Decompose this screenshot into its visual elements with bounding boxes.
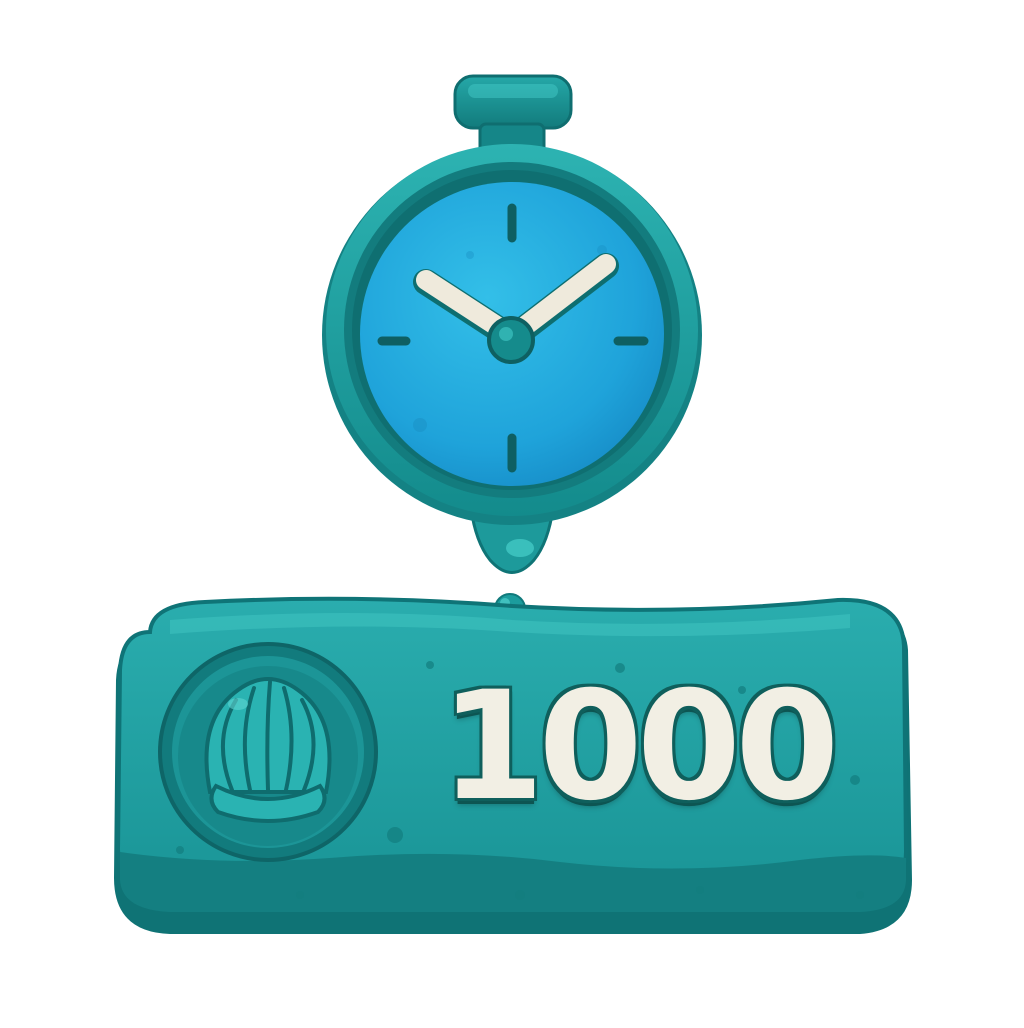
stopwatch-crown	[453, 74, 573, 130]
reward-badge: 1000	[0, 0, 1024, 1024]
clock-center-pin	[487, 316, 535, 364]
shell-icon	[158, 642, 378, 862]
reward-graphic	[114, 74, 912, 934]
score-value: 1000	[440, 660, 839, 834]
stopwatch-icon	[322, 74, 702, 574]
